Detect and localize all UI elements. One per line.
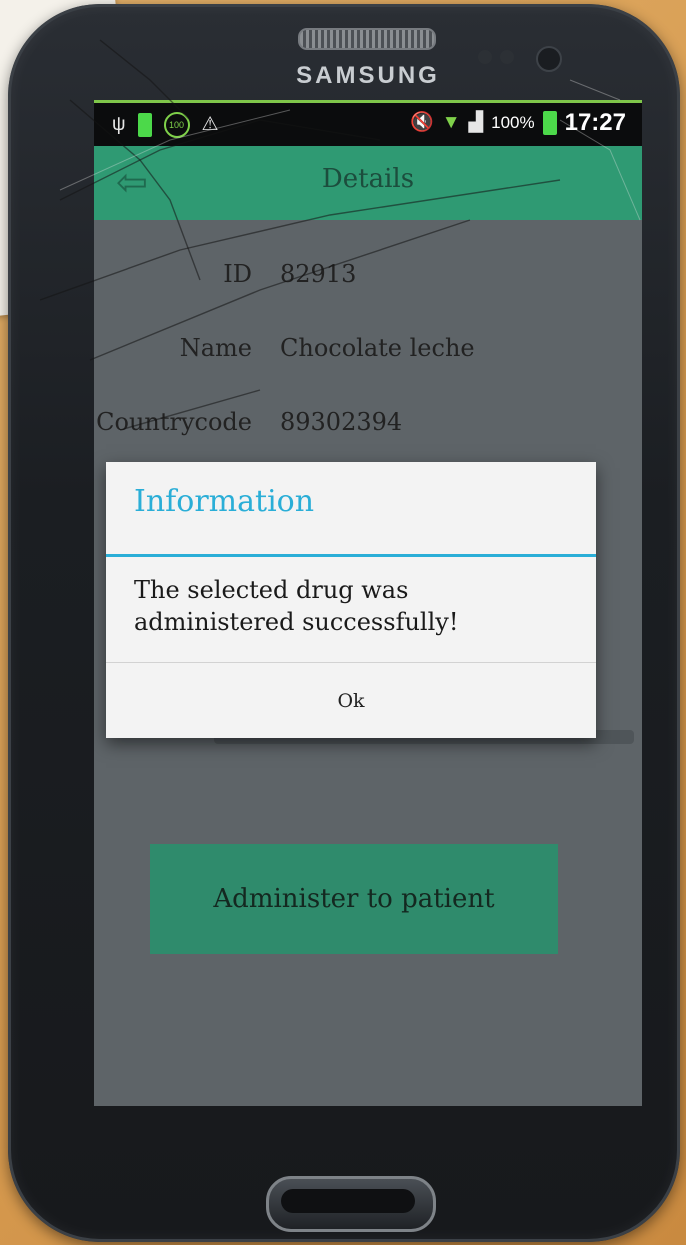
battery-percent: 100% [491,113,535,132]
battery-icon [542,111,557,135]
dialog-divider [106,554,596,557]
field-label: Name [179,334,252,362]
page-title: Details [321,164,415,194]
signal-icon: ▟ [468,112,484,133]
ok-button[interactable]: Ok [106,664,596,738]
home-button[interactable] [266,1176,436,1232]
brand-logo: SAMSUNG [296,62,440,89]
detail-row-id: ID 82913 [94,260,642,300]
proximity-sensor [478,50,492,64]
detail-row-name: Name Chocolate leche [94,334,642,374]
clock: 17:27 [564,109,626,136]
field-label: ID [223,260,252,288]
field-label: Countrycode [96,408,252,436]
hundred-badge-icon: 100 [163,112,190,138]
screen: ψ 100 ⚠ 🔇 ▼ ▟ 100% 17:27 ⇦ Details ID 82… [94,100,642,1106]
home-button-inner [281,1189,415,1213]
detail-row-countrycode: Countrycode 89302394 [94,408,642,448]
field-value: 89302394 [280,408,403,436]
usb-icon: ψ [112,114,126,135]
field-value: Chocolate leche [280,334,475,362]
warning-icon: ⚠ [201,114,219,135]
dialog-button-divider [106,662,596,663]
dialog-title: Information [134,484,315,519]
administer-button[interactable]: Administer to patient [150,844,558,954]
front-camera [536,46,562,72]
phone-body: SAMSUNG ψ 100 ⚠ 🔇 ▼ ▟ 100% 17:27 ⇦ Detai… [8,4,680,1242]
wifi-icon: ▼ [441,112,461,133]
status-bar: ψ 100 ⚠ 🔇 ▼ ▟ 100% 17:27 [94,100,642,149]
light-sensor [500,50,514,64]
information-dialog: Information The selected drug was admini… [106,462,596,738]
dialog-message: The selected drug was administered succe… [134,576,459,636]
earpiece-speaker [298,28,436,50]
mute-icon: 🔇 [410,112,434,133]
battery-saver-icon [137,113,152,137]
app-bar: ⇦ Details [94,146,642,220]
field-value: 82913 [280,260,357,288]
